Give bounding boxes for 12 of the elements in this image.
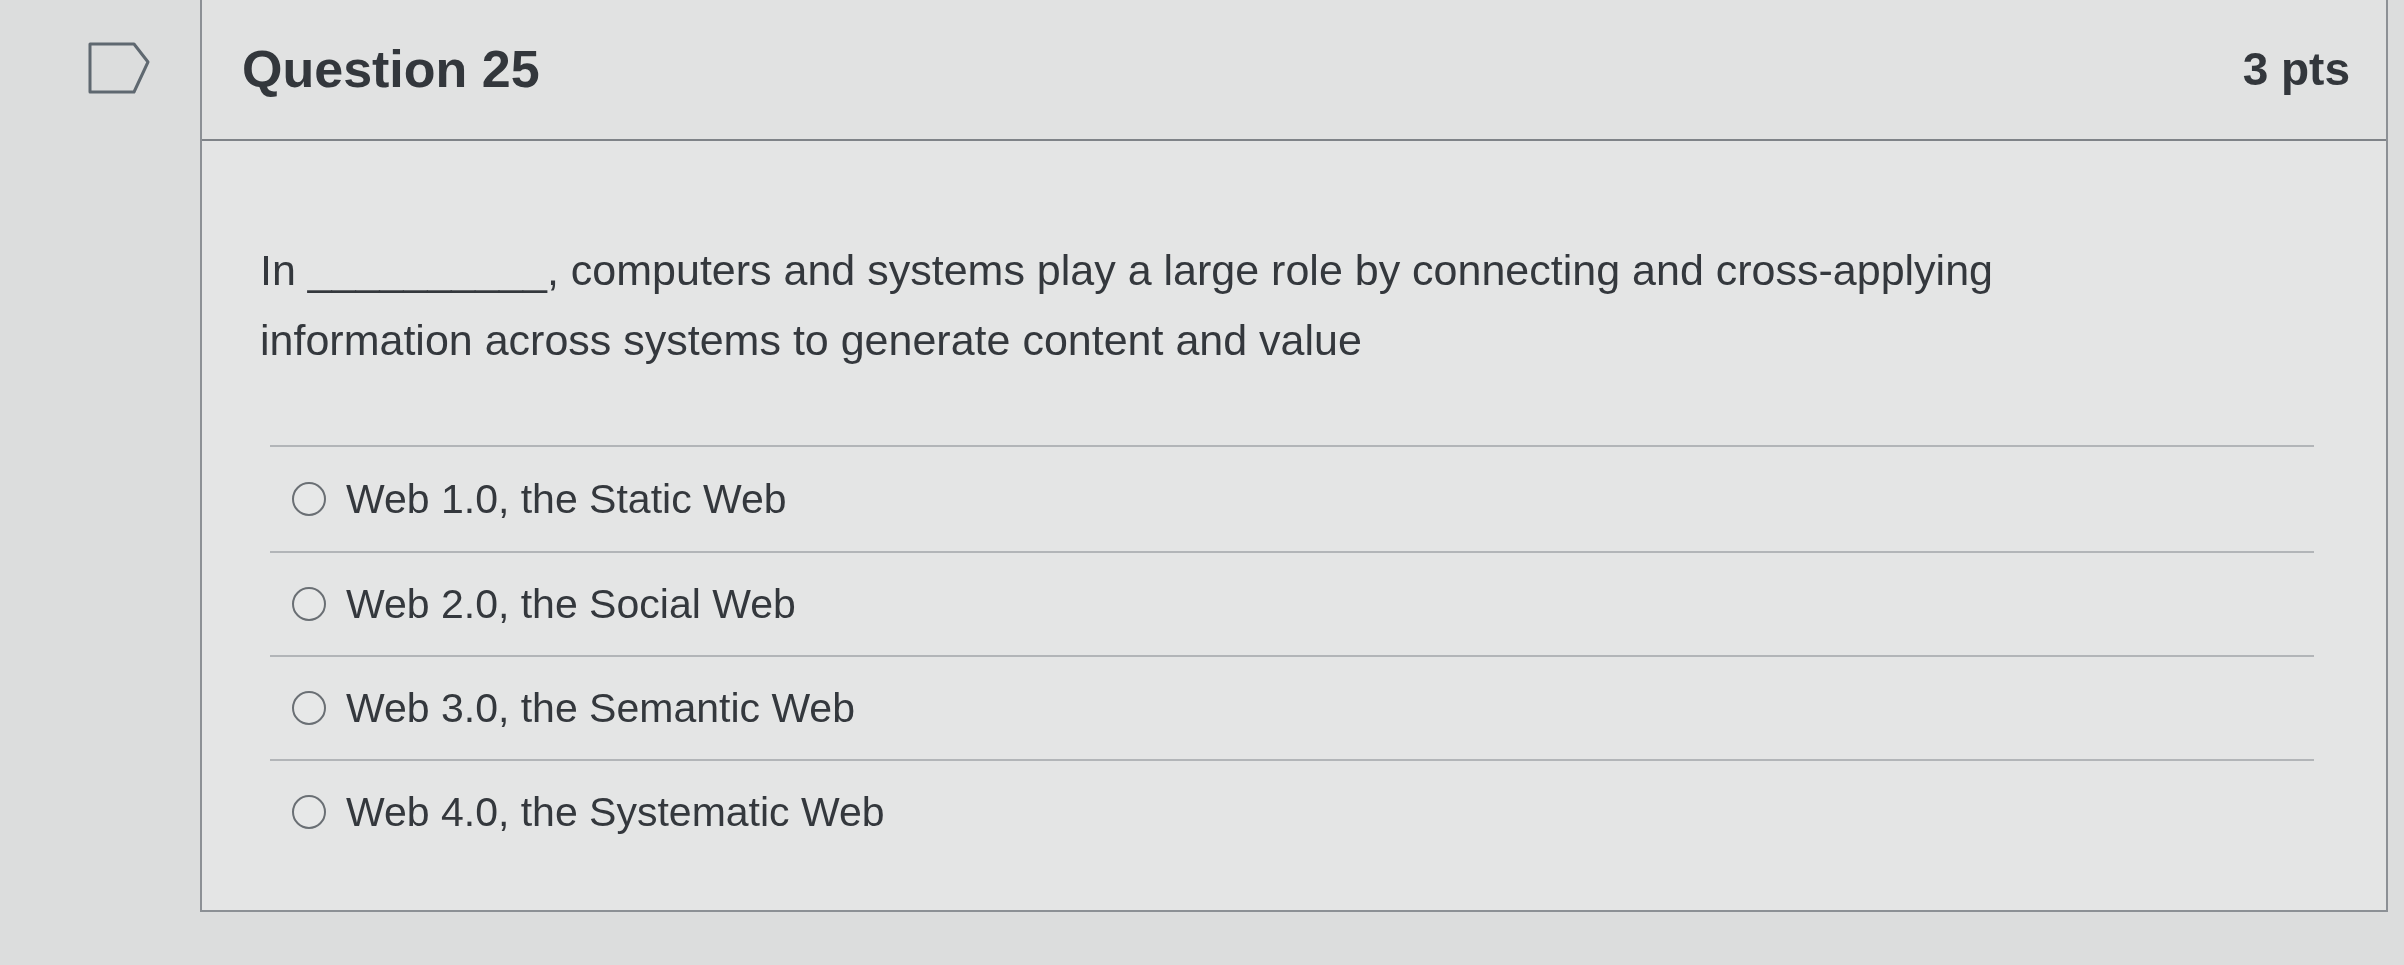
tag-icon[interactable] [88,42,150,94]
answer-option[interactable]: Web 1.0, the Static Web [346,473,787,525]
radio-button[interactable] [292,691,326,725]
points-label: 3 pts [2242,44,2350,95]
question-text: In __________, computers and systems play a large role by connecting and cross-applying information across systems to generate content and value [260,245,1994,366]
answer-option[interactable]: Web 2.0, the Social Web [346,578,796,630]
answer-option[interactable]: Web 3.0, the Semantic Web [346,682,855,734]
radio-button[interactable] [292,587,326,621]
answer-option[interactable]: Web 4.0, the Systematic Web [346,786,885,838]
radio-button[interactable] [292,795,326,829]
question-title: Question 25 [242,40,540,99]
radio-button[interactable] [292,482,326,516]
